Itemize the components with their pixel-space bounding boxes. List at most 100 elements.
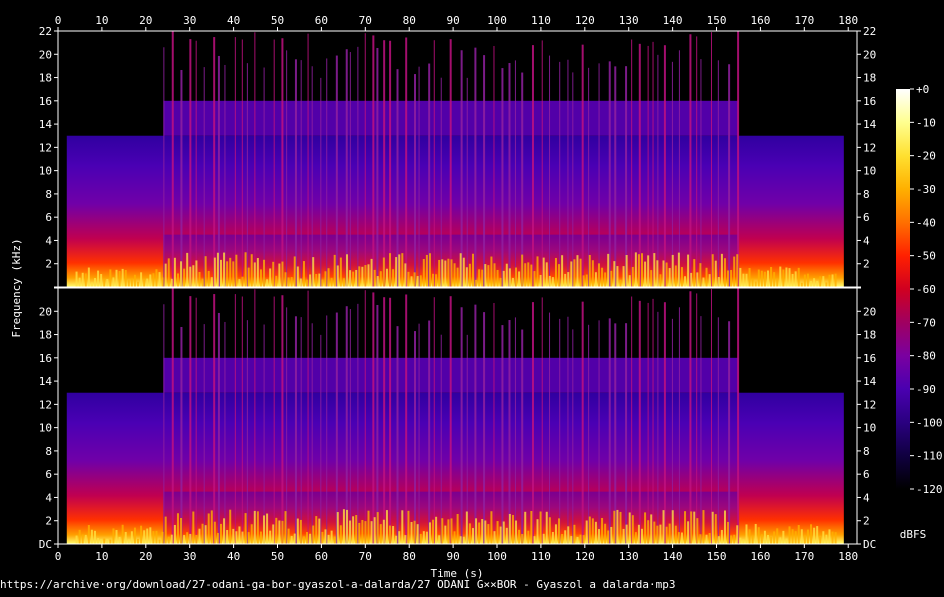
energy-mark <box>284 511 287 544</box>
energy-mark <box>422 531 425 544</box>
y-tick-label: 2 <box>863 258 870 271</box>
x-tick-label: 170 <box>794 550 814 563</box>
energy-mark <box>441 259 444 287</box>
energy-mark <box>416 276 419 287</box>
energy-mark <box>364 265 367 287</box>
spike <box>657 54 659 287</box>
energy-mark <box>275 275 278 287</box>
colorbar-tick-label: +0 <box>916 83 929 96</box>
energy-mark <box>828 274 831 287</box>
y-tick-label: 6 <box>863 211 870 224</box>
energy-mark <box>210 510 213 544</box>
energy-mark <box>813 527 816 544</box>
y-tick-label: DC <box>863 538 876 551</box>
energy-mark <box>229 257 232 287</box>
energy-mark <box>656 260 659 287</box>
energy-mark <box>370 258 373 287</box>
y-tick-label: 4 <box>863 491 870 504</box>
spike <box>588 324 590 544</box>
energy-mark <box>462 536 465 544</box>
y-tick-label: 22 <box>863 25 876 38</box>
energy-mark <box>180 261 183 287</box>
energy-mark <box>176 513 179 544</box>
energy-mark <box>318 273 321 287</box>
energy-mark <box>671 510 674 544</box>
energy-mark <box>478 522 481 544</box>
energy-mark <box>634 532 637 544</box>
energy-mark <box>723 510 726 544</box>
energy-mark <box>213 257 216 287</box>
energy-mark <box>533 271 536 287</box>
energy-mark <box>389 253 392 287</box>
energy-mark <box>219 523 222 544</box>
spike <box>567 59 569 287</box>
spike <box>428 320 431 544</box>
energy-mark <box>229 509 232 544</box>
y-tick-label: 8 <box>45 188 52 201</box>
energy-mark <box>186 252 189 287</box>
energy-mark <box>782 530 785 544</box>
energy-mark <box>499 526 502 544</box>
spike <box>631 296 633 544</box>
energy-mark <box>441 518 444 544</box>
energy-mark <box>278 520 281 544</box>
energy-mark <box>447 258 450 287</box>
energy-mark <box>376 276 379 287</box>
spike <box>203 324 205 544</box>
energy-mark <box>521 533 524 544</box>
energy-mark <box>542 257 545 287</box>
energy-mark <box>189 266 192 287</box>
energy-mark <box>103 279 106 287</box>
spike <box>559 318 561 544</box>
colorbar-tick-label: -120 <box>916 483 943 496</box>
energy-mark <box>216 532 219 544</box>
energy-mark <box>170 278 173 287</box>
spike <box>203 67 205 287</box>
energy-mark <box>800 529 803 544</box>
energy-mark <box>183 535 186 544</box>
x-tick-label: 180 <box>838 14 858 27</box>
energy-mark <box>173 524 176 544</box>
x-tick-label: 110 <box>531 14 551 27</box>
spike <box>531 302 534 544</box>
y-tick-label: 18 <box>863 72 876 85</box>
spike <box>189 296 192 544</box>
x-tick-label: 30 <box>183 14 196 27</box>
energy-mark <box>210 277 213 287</box>
energy-mark <box>155 269 158 287</box>
energy-mark <box>767 534 770 544</box>
energy-mark <box>247 532 250 544</box>
x-tick-label: 70 <box>359 14 372 27</box>
x-tick-label: 20 <box>139 550 152 563</box>
energy-mark <box>373 269 376 287</box>
energy-mark <box>637 524 640 544</box>
energy-mark <box>561 534 564 544</box>
energy-mark <box>97 538 100 544</box>
spike <box>357 46 359 287</box>
energy-mark <box>677 532 680 544</box>
energy-mark <box>668 523 671 544</box>
energy-mark <box>462 257 465 287</box>
spike <box>671 61 673 287</box>
spike <box>217 55 220 287</box>
spike <box>737 288 740 544</box>
energy-mark <box>140 525 143 544</box>
energy-mark <box>665 262 668 287</box>
energy-mark <box>604 523 607 544</box>
energy-mark <box>413 272 416 287</box>
spike <box>514 60 516 287</box>
energy-mark <box>650 514 653 544</box>
energy-mark <box>161 277 164 287</box>
energy-mark <box>244 252 247 287</box>
energy-mark <box>767 270 770 287</box>
spike <box>514 317 516 544</box>
energy-mark <box>558 518 561 544</box>
spike <box>234 37 236 287</box>
energy-mark <box>118 271 121 287</box>
energy-mark <box>385 268 388 287</box>
energy-mark <box>425 531 428 544</box>
energy-mark <box>699 263 702 287</box>
energy-mark <box>779 537 782 544</box>
energy-mark <box>195 260 198 287</box>
energy-mark <box>263 259 266 287</box>
